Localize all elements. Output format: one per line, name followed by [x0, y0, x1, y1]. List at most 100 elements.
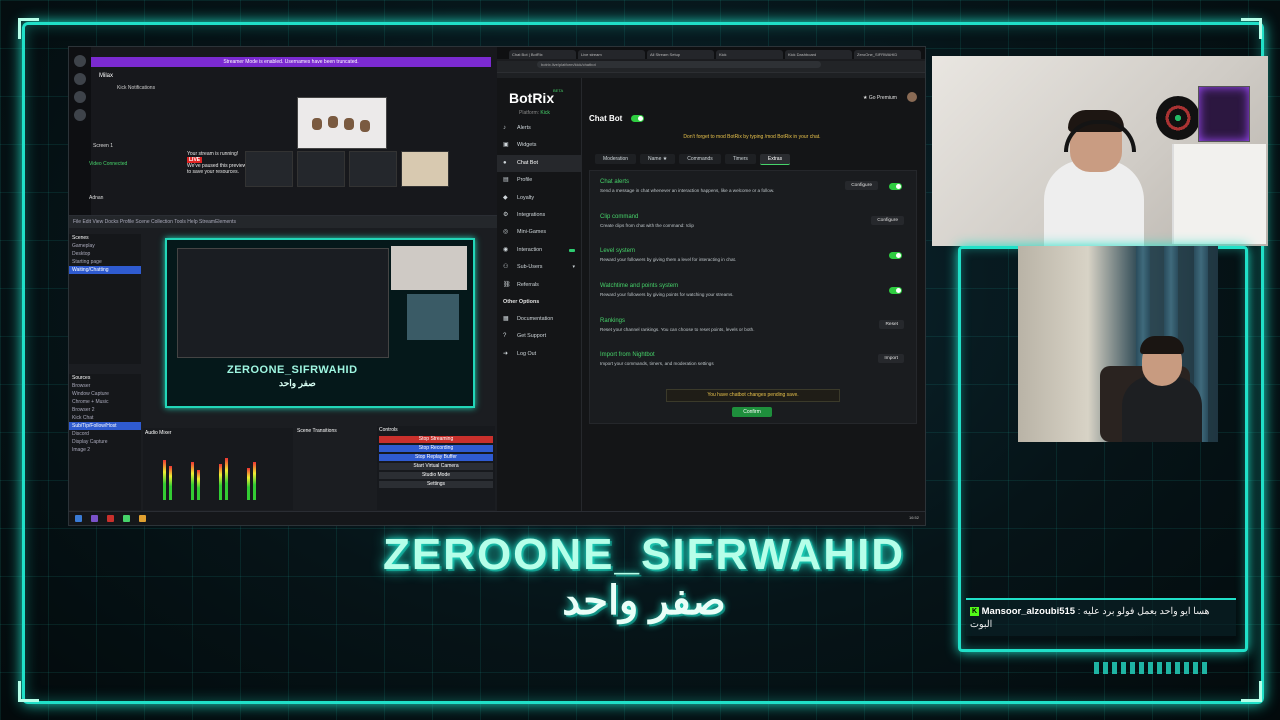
source-item[interactable]: Discord: [69, 430, 141, 438]
settings-button[interactable]: Settings: [379, 481, 493, 488]
sidebar-item-chat-bot[interactable]: ● Chat Bot: [497, 154, 581, 173]
sidebar-item-mini-games[interactable]: ◎ Mini-Games: [497, 224, 581, 241]
streamer-body: [1044, 160, 1144, 246]
scene-item[interactable]: Desktop: [69, 250, 141, 258]
tab-moderation[interactable]: Moderation: [595, 154, 637, 164]
source-item[interactable]: Display Capture: [69, 438, 141, 446]
confirm-button[interactable]: Confirm: [732, 407, 772, 417]
feature-name: Level system: [600, 248, 636, 254]
user-avatar[interactable]: [907, 92, 917, 102]
sidebar-item-interaction[interactable]: ◉ Interaction: [497, 242, 581, 259]
feature-name: Clip command: [600, 214, 639, 220]
pending-changes-notice: You have chatbot changes pending save.: [666, 389, 840, 402]
participant-tile[interactable]: [401, 151, 449, 187]
participant-tile[interactable]: [245, 151, 293, 187]
source-item[interactable]: Image 2: [69, 446, 141, 454]
sidebar-item-alerts[interactable]: ♪ Alerts: [497, 120, 581, 137]
source-item[interactable]: Kick Chat: [69, 414, 141, 422]
tab-commands[interactable]: Commands: [679, 154, 721, 164]
widget-icon: ▣: [503, 142, 509, 149]
participant-tile[interactable]: [297, 151, 345, 187]
reset-button[interactable]: Reset: [879, 320, 904, 329]
stream-preview-thumbnail[interactable]: [297, 97, 387, 149]
other-options-heading: Other Options: [503, 298, 540, 305]
source-item[interactable]: Browser 2: [69, 406, 141, 414]
taskbar-clock: 16:52: [908, 515, 919, 520]
scene-item[interactable]: Waiting/Chatting: [69, 266, 141, 274]
sidebar-item-documentation[interactable]: ▦ Documentation: [497, 311, 581, 328]
feature-rankings: Rankings Reset your channel rankings. Yo…: [600, 318, 910, 348]
sidebar-item-referrals[interactable]: ⛓ Referrals: [497, 277, 581, 294]
obs-controls: Controls Stop Streaming Stop Recording S…: [377, 426, 495, 510]
browser-tab[interactable]: Kick Dashboard: [785, 50, 852, 59]
sidebar-item-loyalty[interactable]: ◆ Loyalty: [497, 190, 581, 207]
app-icon[interactable]: [107, 515, 114, 522]
participant-tile[interactable]: [349, 151, 397, 187]
sidebar-item-get-support[interactable]: ? Get Support: [497, 328, 581, 345]
nav-label: Documentation: [517, 315, 554, 322]
browser-tab[interactable]: All Stream Setup: [647, 50, 714, 59]
chat-alerts-toggle[interactable]: [889, 183, 902, 190]
go-premium-link[interactable]: ★ Go Premium: [863, 95, 897, 101]
chat-icon: ●: [503, 159, 507, 166]
platform-value: Kick: [540, 110, 550, 116]
games-icon: ◎: [503, 229, 509, 236]
controls-header: Controls: [379, 427, 398, 433]
watchtime-toggle[interactable]: [889, 287, 902, 294]
sidebar-item-widgets[interactable]: ▣ Widgets: [497, 137, 581, 154]
botrix-logo[interactable]: BotRix: [509, 90, 554, 106]
source-item[interactable]: Window Capture: [69, 390, 141, 398]
browser-tab[interactable]: Chat Bot | BotRix: [509, 50, 576, 59]
server-icon[interactable]: [74, 91, 86, 103]
url-field[interactable]: botrix.live/platform/kick/chatbot: [537, 61, 821, 68]
source-item[interactable]: Sub/Tip/Follow/Host: [69, 422, 141, 430]
shelf: [1172, 144, 1266, 244]
browser-tab[interactable]: ZeroOne_SIFRWAHID: [854, 50, 921, 59]
server-icon[interactable]: [74, 73, 86, 85]
sidebar-item-sub-users[interactable]: ⚇ Sub-Users ▾: [497, 259, 581, 276]
app-icon[interactable]: [91, 515, 98, 522]
scene-item[interactable]: Gameplay: [69, 242, 141, 250]
configure-button[interactable]: Configure: [845, 181, 878, 190]
source-item[interactable]: Browser: [69, 382, 141, 390]
level-system-toggle[interactable]: [889, 252, 902, 259]
scene-item[interactable]: Starting page: [69, 258, 141, 266]
import-button[interactable]: Import: [878, 354, 904, 363]
new-badge: [569, 248, 575, 252]
browser-window: Chat Bot | BotRix Live stream All Stream…: [497, 47, 925, 511]
server-icon[interactable]: [74, 55, 86, 67]
browser-tab[interactable]: Kick: [716, 50, 783, 59]
configure-button[interactable]: Configure: [871, 216, 904, 225]
loyalty-icon: ◆: [503, 194, 508, 201]
tab-timers[interactable]: Timers: [724, 154, 756, 164]
stop-recording-button[interactable]: Stop Recording: [379, 445, 493, 452]
tab-extras[interactable]: Extras: [759, 154, 791, 165]
obs-menu-bar[interactable]: File Edit View Docks Profile Scene Colle…: [69, 216, 497, 228]
platform-label: Platform: Kick: [519, 110, 550, 116]
stop-replay-buffer-button[interactable]: Stop Replay Buffer: [379, 454, 493, 461]
stop-streaming-button[interactable]: Stop Streaming: [379, 436, 493, 443]
discord-server-name: Milax: [99, 73, 114, 79]
start-icon[interactable]: [75, 515, 82, 522]
studio-mode-button[interactable]: Studio Mode: [379, 472, 493, 479]
desktop-screen-capture: Streamer Mode is enabled. Usernames have…: [68, 46, 926, 526]
profile-icon: ▤: [503, 177, 509, 184]
nav-label: Log Out: [517, 350, 537, 357]
sidebar-item-log-out[interactable]: ➜ Log Out: [497, 346, 581, 363]
app-icon[interactable]: [139, 515, 146, 522]
feature-watchtime-points: Watchtime and points system Reward your …: [600, 283, 910, 313]
tab-name[interactable]: Name ★: [640, 154, 676, 164]
sidebar-item-integrations[interactable]: ⚙ Integrations: [497, 207, 581, 224]
start-virtual-camera-button[interactable]: Start Virtual Camera: [379, 463, 493, 470]
chatbot-enable-toggle[interactable]: [631, 115, 644, 122]
browser-tab[interactable]: Live stream: [578, 50, 645, 59]
kick-icon: K: [970, 606, 979, 616]
discord-channel-item[interactable]: Kick Notifications: [117, 85, 155, 91]
app-icon[interactable]: [123, 515, 130, 522]
sidebar-item-profile[interactable]: ▤ Profile: [497, 172, 581, 189]
server-icon[interactable]: [74, 109, 86, 121]
feature-desc: Reward your followers by giving them a l…: [600, 257, 737, 262]
discord-server-list: [69, 47, 91, 215]
audio-meter: [191, 462, 194, 500]
source-item[interactable]: Chrome + Music: [69, 398, 141, 406]
